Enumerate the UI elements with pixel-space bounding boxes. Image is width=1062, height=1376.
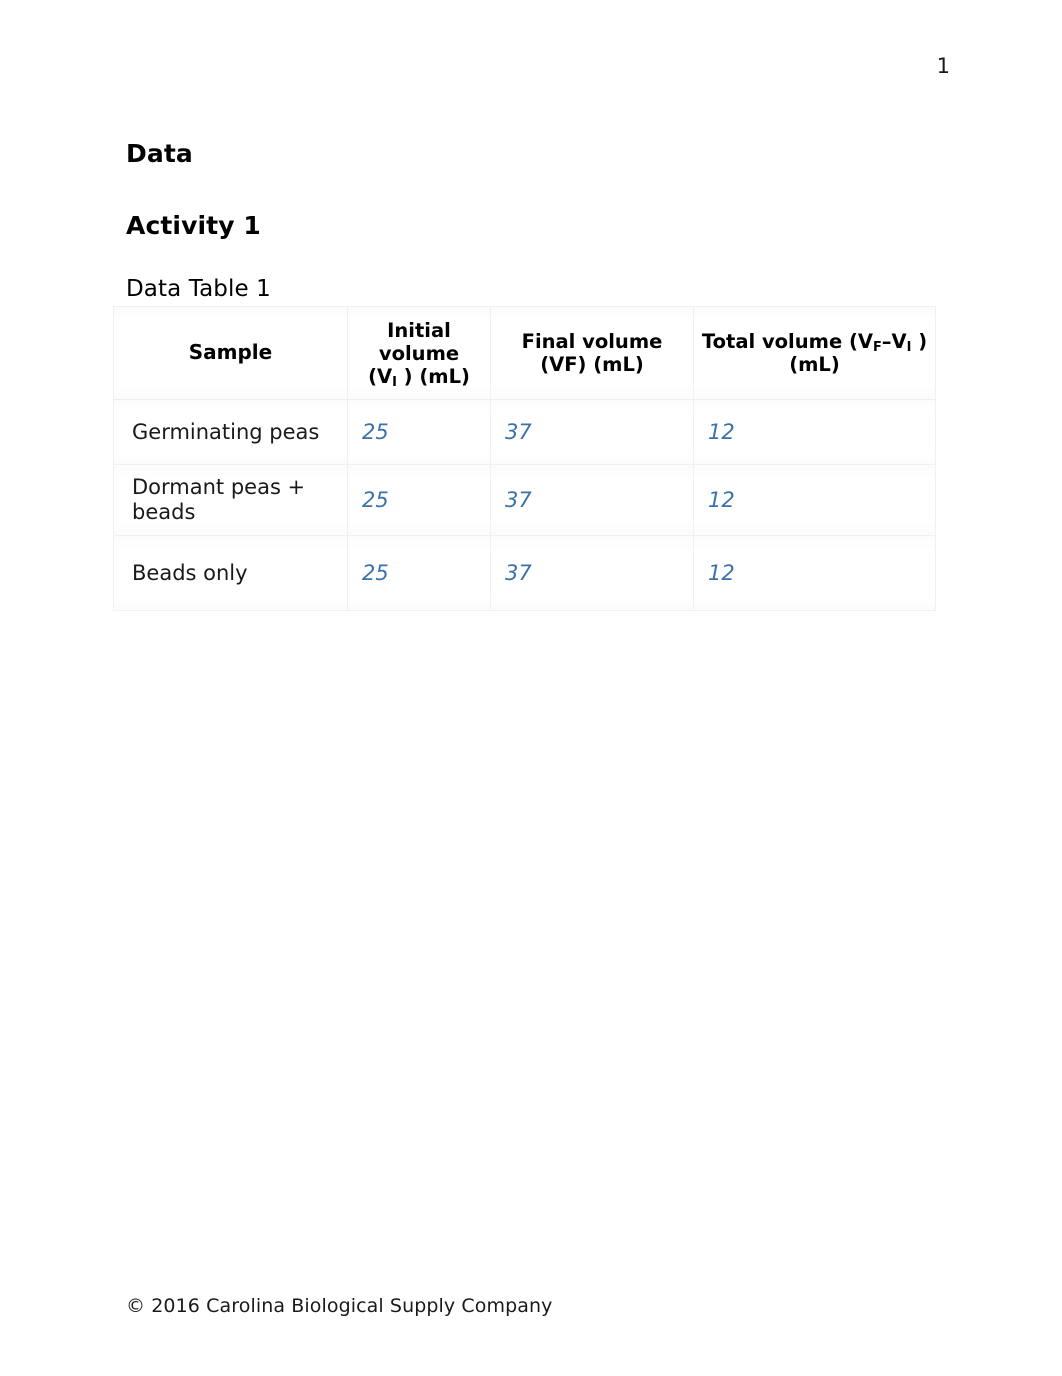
- column-header-initial-volume: Initial volume (VI ) (mL): [347, 306, 491, 400]
- page-footer-copyright: © 2016 Carolina Biological Supply Compan…: [126, 1295, 553, 1318]
- cell-final-volume[interactable]: 37: [490, 464, 694, 536]
- cell-sample: Germinating peas: [113, 399, 348, 465]
- column-header-sample: Sample: [113, 306, 348, 400]
- final-volume-line-2: (VF) (mL): [540, 353, 644, 376]
- section-heading-data: Data: [126, 139, 193, 168]
- initial-volume-unit: ) (mL): [396, 364, 470, 388]
- cell-final-volume[interactable]: 37: [490, 399, 694, 465]
- table-caption: Data Table 1: [126, 276, 271, 302]
- cell-total-volume[interactable]: 12: [693, 399, 936, 465]
- table-row: Dormant peas + beads 25 37 12: [113, 464, 936, 536]
- table-body: Germinating peas 25 37 12 Dormant peas +…: [113, 399, 936, 611]
- initial-volume-line-1: Initial: [387, 318, 451, 342]
- data-table-1-container: Sample Initial volume (VI ) (mL) Final v…: [113, 306, 936, 611]
- column-header-final-volume: Final volume (VF) (mL): [490, 306, 694, 400]
- data-table-1: Sample Initial volume (VI ) (mL) Final v…: [113, 306, 936, 611]
- cell-initial-volume[interactable]: 25: [347, 399, 491, 465]
- initial-volume-subscript: I: [392, 374, 397, 390]
- table-header: Sample Initial volume (VI ) (mL) Final v…: [113, 306, 936, 400]
- section-heading-activity: Activity 1: [126, 210, 261, 240]
- page-number: 1: [936, 54, 950, 78]
- cell-final-volume[interactable]: 37: [490, 535, 694, 611]
- cell-total-volume[interactable]: 12: [693, 464, 936, 536]
- document-content: Data Activity 1 Data Table 1: [126, 140, 936, 324]
- total-volume-subscript-i: I: [906, 340, 912, 356]
- table-row: Germinating peas 25 37 12: [113, 399, 936, 465]
- final-volume-line-1: Final volume: [521, 330, 663, 353]
- cell-sample: Dormant peas + beads: [113, 464, 348, 536]
- document-page: 1 Data Activity 1 Data Table 1 Sample In…: [0, 0, 1062, 1376]
- table-row: Beads only 25 37 12: [113, 535, 936, 611]
- initial-volume-paren-open: (V: [368, 364, 393, 388]
- total-volume-prefix: Total volume (V: [701, 330, 873, 353]
- total-volume-mid: V: [891, 330, 907, 353]
- cell-sample: Beads only: [113, 535, 348, 611]
- table-header-row: Sample Initial volume (VI ) (mL) Final v…: [113, 306, 936, 400]
- total-volume-dash: –: [881, 330, 892, 353]
- total-volume-subscript-f: F: [872, 340, 882, 356]
- cell-initial-volume[interactable]: 25: [347, 535, 491, 611]
- initial-volume-line-2: volume: [378, 341, 460, 365]
- cell-total-volume[interactable]: 12: [693, 535, 936, 611]
- column-header-total-volume: Total volume (VF–VI ) (mL): [693, 306, 936, 400]
- cell-initial-volume[interactable]: 25: [347, 464, 491, 536]
